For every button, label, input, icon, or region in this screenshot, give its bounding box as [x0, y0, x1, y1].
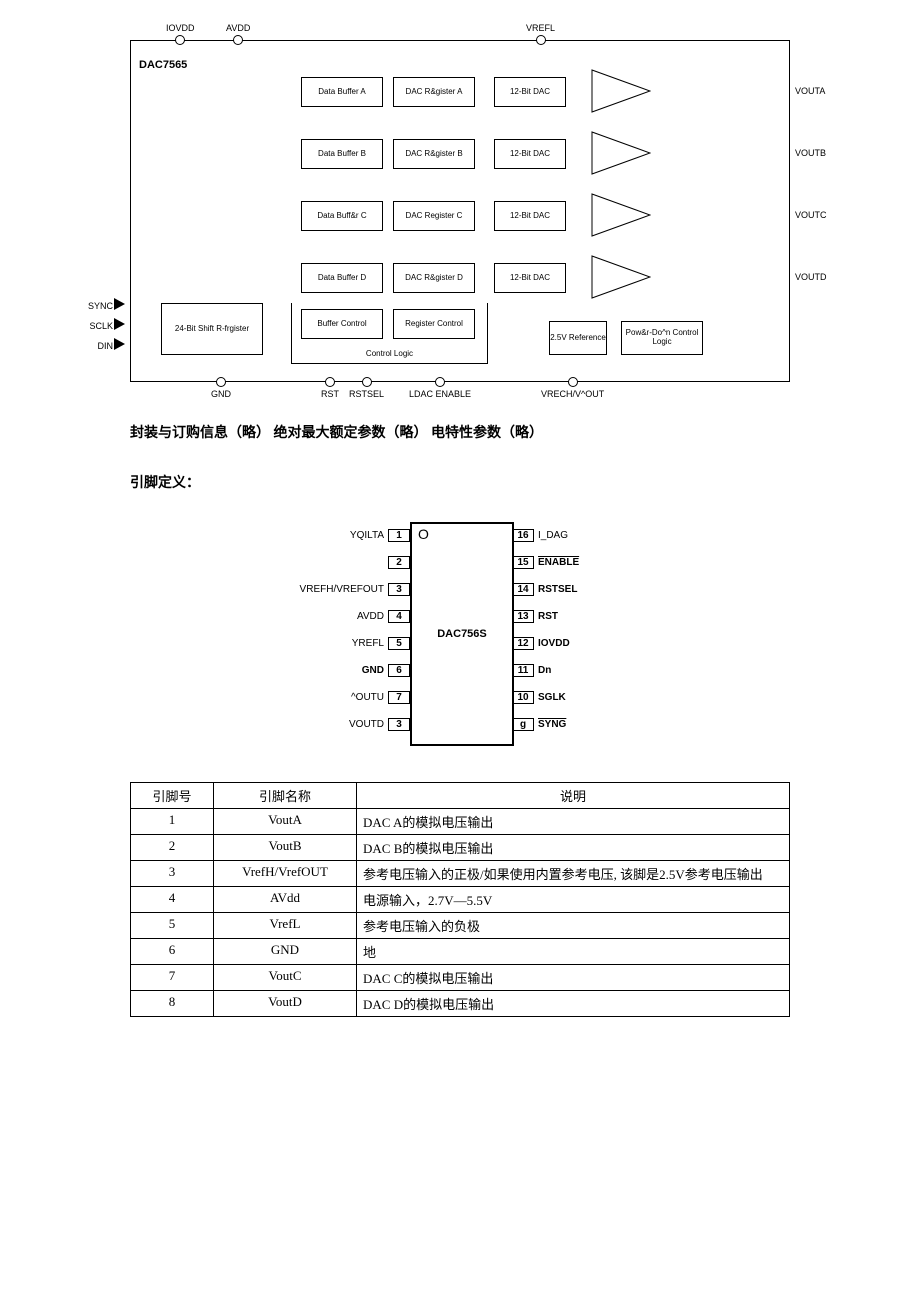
pin-right-9: gSYNG	[512, 711, 632, 738]
pin-din: DIN	[83, 339, 125, 351]
pinout-chip: DAC756S	[410, 522, 514, 746]
pin-sclk: SCLK	[83, 319, 125, 331]
pin-left-2: 2	[290, 549, 410, 576]
table-row: 4AVdd电源输入，2.7V—5.5V	[131, 887, 790, 913]
pin-right-16: 16I_DAG	[512, 522, 632, 549]
pin-right-11: 11Dn	[512, 657, 632, 684]
dac-b: 12-Bit DAC	[494, 139, 566, 169]
pin-right-12: 12IOVDD	[512, 630, 632, 657]
packaging-note: 封装与订购信息（略） 绝对最大额定参数（略） 电特性参数（略）	[130, 422, 790, 442]
pin-definition-heading: 引脚定义：	[130, 472, 790, 492]
pin-right-13: 13RST	[512, 603, 632, 630]
buffer-c: Data Buff&r C	[301, 201, 383, 231]
pin-left-4: AVDD4	[290, 603, 410, 630]
pin-vrech: VRECH/V^OUT	[541, 377, 604, 399]
pin-iovdd: IOVDD	[166, 23, 195, 45]
pin-voutd: VOUTD	[795, 272, 837, 282]
pin-left-7: ^OUTU7	[290, 684, 410, 711]
pin-right-10: 10SGLK	[512, 684, 632, 711]
pin-right-14: 14RSTSEL	[512, 576, 632, 603]
register-a: DAC R&gister A	[393, 77, 475, 107]
chip-label: DAC7565	[139, 59, 187, 71]
buffer-b: Data Buffer B	[301, 139, 383, 169]
powerdown-block: Pow&r-Do^n Control Logic	[621, 321, 703, 355]
dac-d: 12-Bit DAC	[494, 263, 566, 293]
pin-rst: RST	[321, 377, 339, 399]
th-pin-number: 引脚号	[131, 783, 214, 809]
pin-left-8: VOUTD3	[290, 711, 410, 738]
amp-d	[591, 255, 651, 299]
table-header-row: 引脚号 引脚名称 说明	[131, 783, 790, 809]
pin-description-table: 引脚号 引脚名称 说明 1VoutADAC A的模拟电压输出 2VoutBDAC…	[130, 782, 790, 1017]
pin-rstsel: RSTSEL	[349, 377, 384, 399]
table-row: 7VoutCDAC C的模拟电压输出	[131, 965, 790, 991]
dac-c: 12-Bit DAC	[494, 201, 566, 231]
register-d: DAC R&gister D	[393, 263, 475, 293]
buffer-a: Data Buffer A	[301, 77, 383, 107]
pin-left-6: GND6	[290, 657, 410, 684]
buffer-d: Data Buffer D	[301, 263, 383, 293]
pin-voutc: VOUTC	[795, 210, 837, 220]
table-row: 8VoutDDAC D的模拟电压输出	[131, 991, 790, 1017]
pin-sync: SYNC	[83, 299, 125, 311]
th-description: 说明	[357, 783, 790, 809]
pin-vrefl-top: VREFL	[526, 23, 555, 45]
pinout-diagram: DAC756S O YQILTA1 2 VREFH/VREFOUT3 AVDD4…	[290, 512, 630, 752]
buffer-control: Buffer Control	[301, 309, 383, 339]
register-b: DAC R&gister B	[393, 139, 475, 169]
pin-left-3: VREFH/VREFOUT3	[290, 576, 410, 603]
shift-register: 24-Bit Shift R-frgister	[161, 303, 263, 355]
pin-voutb: VOUTB	[795, 148, 837, 158]
pin-vouta: VOUTA	[795, 86, 837, 96]
table-row: 1VoutADAC A的模拟电压输出	[131, 809, 790, 835]
dac-a: 12-Bit DAC	[494, 77, 566, 107]
register-control: Register Control	[393, 309, 475, 339]
pin-right-15: 15ENABLE	[512, 549, 632, 576]
table-row: 5VrefL参考电压输入的负极	[131, 913, 790, 939]
reference-block: 2.5V Reference	[549, 321, 607, 355]
table-row: 2VoutBDAC B的模拟电压输出	[131, 835, 790, 861]
pin-ldac-enable: LDAC ENABLE	[409, 377, 471, 399]
amp-c	[591, 193, 651, 237]
amp-b	[591, 131, 651, 175]
register-c: DAC Register C	[393, 201, 475, 231]
table-row: 6GND地	[131, 939, 790, 965]
table-row: 3VrefH/VrefOUT 参考电压输入的正极/如果使用内置参考电压, 该脚是…	[131, 861, 790, 887]
pin-avdd: AVDD	[226, 23, 250, 45]
chip-notch: O	[418, 526, 429, 542]
pin-left-5: YREFL5	[290, 630, 410, 657]
pin-gnd: GND	[211, 377, 231, 399]
block-diagram: DAC7565 IOVDD AVDD VREFL SYNC SCLK DIN V…	[130, 40, 790, 382]
amp-a	[591, 69, 651, 113]
pin-left-1: YQILTA1	[290, 522, 410, 549]
th-pin-name: 引脚名称	[214, 783, 357, 809]
